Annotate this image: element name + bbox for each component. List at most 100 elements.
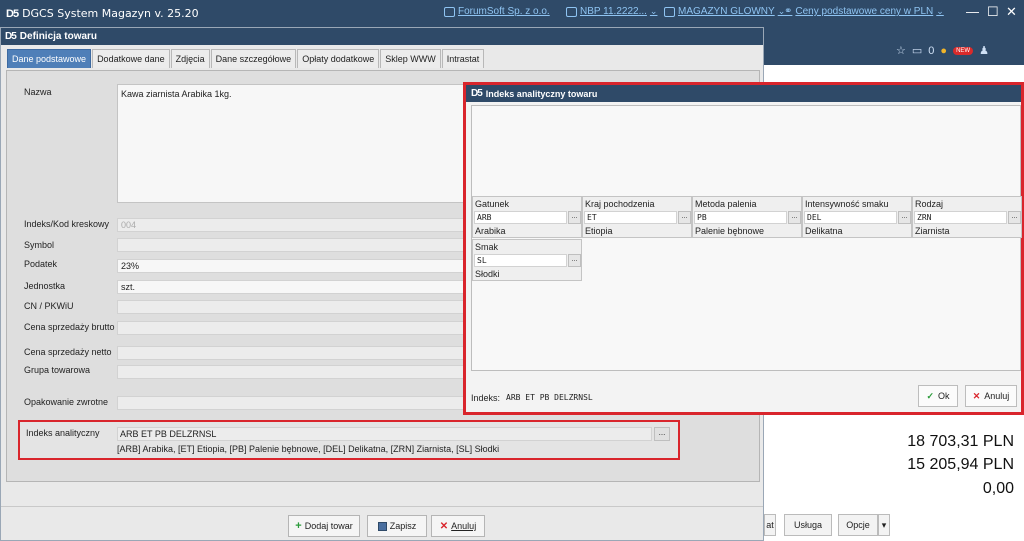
x-icon: ✕: [439, 520, 449, 532]
tab-photos[interactable]: Zdjęcia: [170, 49, 210, 68]
segment-species: Gatunek ARB ... Arabika: [472, 196, 582, 238]
analytic-index-dialog: D5 Indeks analityczny towaru Gatunek ARB…: [463, 82, 1024, 415]
segment-browse-button[interactable]: ...: [788, 211, 801, 224]
checkmark-icon: ✓: [926, 390, 935, 401]
symbol-label: Symbol: [24, 240, 55, 250]
ok-button[interactable]: ✓ Ok: [918, 385, 958, 407]
analytic-index-browse-button[interactable]: ...: [654, 427, 670, 441]
warehouse-name: MAGAZYN GLOWNY: [678, 6, 775, 17]
index-preview-value: ARB ET PB DELZRNSL: [506, 393, 593, 402]
ok-label: Ok: [938, 391, 950, 401]
link-icon: ⚭: [784, 6, 793, 17]
calendar-icon: [566, 6, 577, 17]
close-icon[interactable]: ✕: [1006, 4, 1017, 20]
minimize-icon[interactable]: —: [966, 4, 979, 19]
window-header: D5 Definicja towaru: [1, 28, 763, 45]
segment-description: Słodki: [475, 269, 500, 279]
dialog-body: Gatunek ARB ... Arabika Kraj pochodzenia…: [471, 105, 1022, 371]
amount-1: 18 703,31 PLN: [907, 433, 1014, 450]
segment-browse-button[interactable]: ...: [898, 211, 911, 224]
company-selector[interactable]: ForumSoft Sp. z o.o.: [444, 6, 550, 17]
segment-browse-button[interactable]: ...: [1008, 211, 1021, 224]
amount-3: 0,00: [982, 480, 1014, 497]
segment-type: Rodzaj ZRN ... Ziarnista: [912, 196, 1022, 238]
save-label: Zapisz: [389, 521, 417, 531]
building-icon: [444, 6, 455, 17]
dialog-cancel-button[interactable]: ✕ Anuluj: [965, 385, 1017, 407]
bg-button-partial[interactable]: at: [764, 514, 776, 536]
service-button[interactable]: Usługa: [784, 514, 832, 536]
returnable-packaging-label: Opakowanie zwrotne: [24, 397, 109, 407]
segment-taste: Smak SL ... Słodki: [472, 239, 582, 281]
segment-header: Smak: [475, 242, 499, 252]
tax-label: Podatek: [24, 259, 58, 269]
segment-description: Etiopia: [585, 226, 613, 236]
floppy-disk-icon: [377, 521, 387, 531]
new-badge: NEW: [953, 46, 974, 55]
segment-code-input[interactable]: SL: [474, 254, 567, 267]
warehouse-icon: [664, 6, 675, 17]
add-product-button[interactable]: + Dodaj towar: [288, 515, 360, 537]
warehouse-selector[interactable]: MAGAZYN GLOWNY ⌄: [664, 6, 785, 17]
chevron-down-icon: ⌄: [936, 6, 944, 16]
segment-code-input[interactable]: DEL: [804, 211, 897, 224]
price-list-selector[interactable]: ⚭ Ceny podstawowe ceny w PLN ⌄: [784, 6, 944, 17]
tab-detailed-data[interactable]: Dane szczegółowe: [210, 49, 297, 68]
app-logo: D5: [6, 7, 19, 20]
segment-browse-button[interactable]: ...: [678, 211, 691, 224]
dialog-cancel-label: Anuluj: [984, 391, 1010, 401]
price-list-name: Ceny podstawowe ceny w PLN: [795, 6, 934, 17]
window-title: Definicja towaru: [19, 31, 98, 42]
cancel-label: Anuluj: [451, 521, 477, 531]
nbp-rate-selector[interactable]: NBP 11.2222... ⌄: [566, 6, 657, 17]
maximize-icon[interactable]: ☐: [987, 4, 999, 20]
segment-header: Intensywność smaku: [805, 199, 889, 209]
tab-additional-data[interactable]: Dodatkowe dane: [92, 49, 170, 68]
tab-additional-fees[interactable]: Opłaty dodatkowe: [297, 49, 380, 68]
index-preview-label: Indeks:: [471, 393, 501, 403]
unit-label: Jednostka: [24, 281, 66, 291]
user-icon[interactable]: ♟: [979, 44, 989, 57]
analytic-index-description: [ARB] Arabika, [ET] Etiopia, [PB] Paleni…: [117, 444, 500, 454]
tab-bar: Dane podstawowe Dodatkowe dane Zdjęcia D…: [7, 49, 763, 68]
monitor-icon[interactable]: ▭: [912, 44, 922, 57]
segment-header: Kraj pochodzenia: [585, 199, 655, 209]
segment-description: Delikatna: [805, 226, 843, 236]
segment-browse-button[interactable]: ...: [568, 254, 581, 267]
cn-pkwiu-label: CN / PKWiU: [24, 301, 74, 311]
segment-country: Kraj pochodzenia ET ... Etiopia: [582, 196, 692, 238]
options-button[interactable]: Opcje: [838, 514, 878, 536]
net-price-label: Cena sprzedaży netto: [24, 347, 112, 357]
plus-icon: +: [295, 520, 302, 532]
bell-icon[interactable]: ●: [940, 45, 947, 57]
segment-code-input[interactable]: ZRN: [914, 211, 1007, 224]
segment-intensity: Intensywność smaku DEL ... Delikatna: [802, 196, 912, 238]
tab-basic-data[interactable]: Dane podstawowe: [7, 49, 92, 68]
cancel-button[interactable]: ✕ Anuluj: [431, 515, 485, 537]
index-barcode-label: Indeks/Kod kreskowy: [24, 219, 110, 229]
dialog-title: Indeks analityczny towaru: [485, 88, 598, 99]
dialog-title-bar: D5 Indeks analityczny towaru: [466, 85, 1021, 102]
segment-description: Palenie bębnowe: [695, 226, 765, 236]
segment-header: Gatunek: [475, 199, 510, 209]
tab-web-shop[interactable]: Sklep WWW: [380, 49, 441, 68]
segment-description: Ziarnista: [915, 226, 950, 236]
segment-code-input[interactable]: ARB: [474, 211, 567, 224]
segment-header: Metoda palenia: [695, 199, 757, 209]
app-logo: D5: [5, 31, 17, 42]
analytic-index-label: Indeks analityczny: [26, 428, 100, 438]
analytic-index-field[interactable]: ARB ET PB DELZRNSL: [117, 427, 652, 441]
segment-code-input[interactable]: PB: [694, 211, 787, 224]
save-button[interactable]: Zapisz: [367, 515, 427, 537]
options-dropdown-button[interactable]: ▾: [878, 514, 890, 536]
nbp-rate: NBP 11.2222...: [580, 6, 647, 17]
notification-count: 0: [928, 44, 935, 57]
star-icon[interactable]: ☆: [896, 44, 906, 57]
tab-intrastat[interactable]: Intrastat: [441, 49, 485, 68]
segment-code-input[interactable]: ET: [584, 211, 677, 224]
add-product-label: Dodaj towar: [304, 521, 353, 531]
segment-browse-button[interactable]: ...: [568, 211, 581, 224]
name-label: Nazwa: [24, 87, 52, 97]
product-group-label: Grupa towarowa: [24, 365, 91, 375]
bottom-action-bar: + Dodaj towar Zapisz ✕ Anuluj: [1, 506, 763, 540]
